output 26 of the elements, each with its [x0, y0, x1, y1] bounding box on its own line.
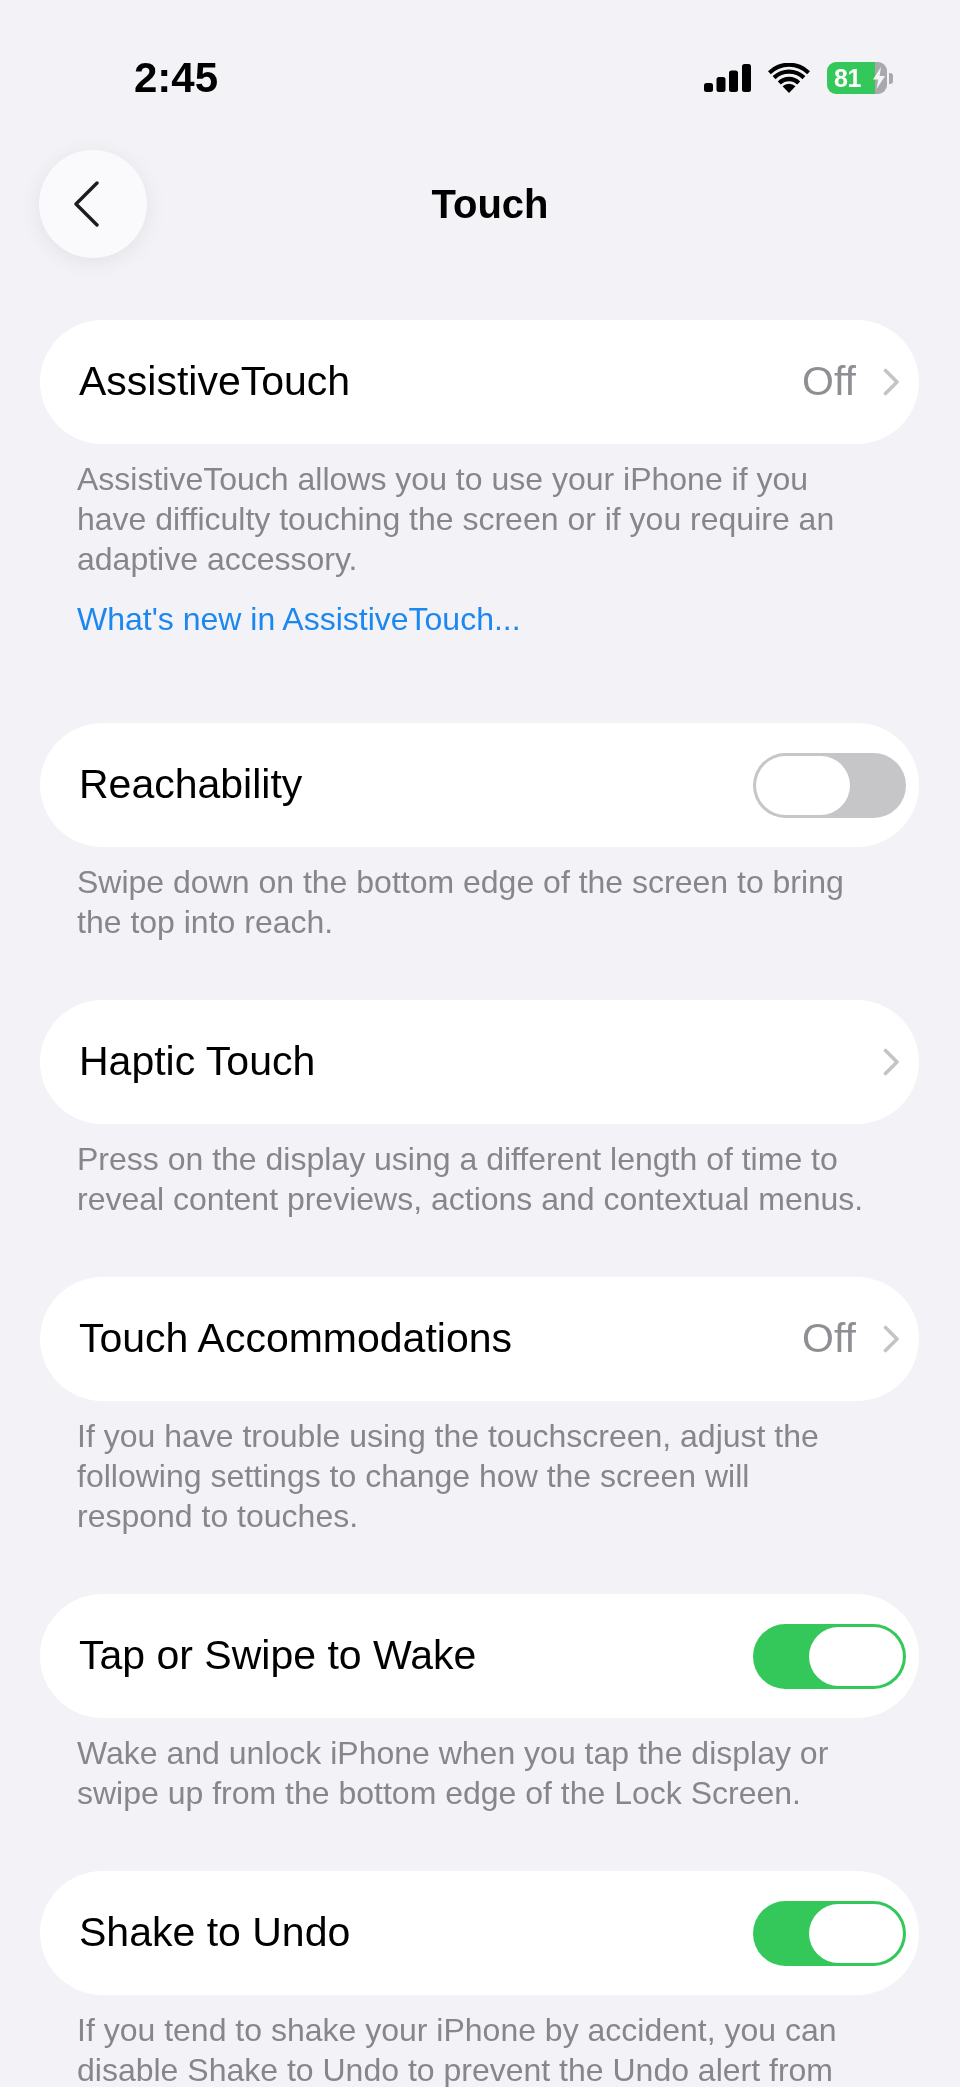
row-label: Haptic Touch: [79, 1037, 316, 1087]
chevron-right-icon: [883, 368, 900, 396]
footer-text: Wake and unlock iPhone when you tap the display or swipe up from the bottom edge of the Lock Screen.: [76, 1734, 830, 1813]
row-label: Tap or Swipe to Wake: [79, 1631, 477, 1681]
footer-text: Press on the display using a different length of time to reveal content previews, actions and contextual menus.: [76, 1140, 865, 1219]
row-label: Touch Accommodations: [79, 1314, 512, 1364]
footer-text: If you have trouble using the touchscreen, adjust the following settings to change how the screen will respond to touches.: [76, 1417, 820, 1536]
battery-percentage: 81: [834, 65, 861, 91]
status-time: 2:45: [134, 57, 219, 99]
settings-row[interactable]: AssistiveTouch Off: [40, 320, 919, 444]
page-title: Touch: [431, 181, 549, 228]
wifi-icon: [768, 63, 810, 93]
settings-row[interactable]: Touch Accommodations Off: [40, 1277, 919, 1401]
chevron-right-icon: [883, 1048, 900, 1076]
footer-text: Swipe down on the bottom edge of the screen to bring the top into reach.: [76, 863, 845, 942]
settings-row[interactable]: Haptic Touch: [40, 1000, 919, 1124]
row-label: Shake to Undo: [79, 1908, 351, 1958]
row-label: AssistiveTouch: [79, 357, 351, 407]
row-label: Reachability: [79, 760, 303, 810]
chevron-left-icon: [72, 181, 100, 227]
signal-icon: [704, 64, 751, 92]
row-value: Off: [802, 357, 856, 407]
footer-text: If you tend to shake your iPhone by accident, you can disable Shake to Undo to prevent the Undo alert from: [76, 2011, 838, 2087]
footer-text: AssistiveTouch allows you to use your iPhone if you have difficulty touching the screen or if you require an adaptive accessory.: [76, 460, 836, 579]
row-value: Off: [802, 1314, 856, 1364]
chevron-right-icon: [883, 1325, 900, 1353]
